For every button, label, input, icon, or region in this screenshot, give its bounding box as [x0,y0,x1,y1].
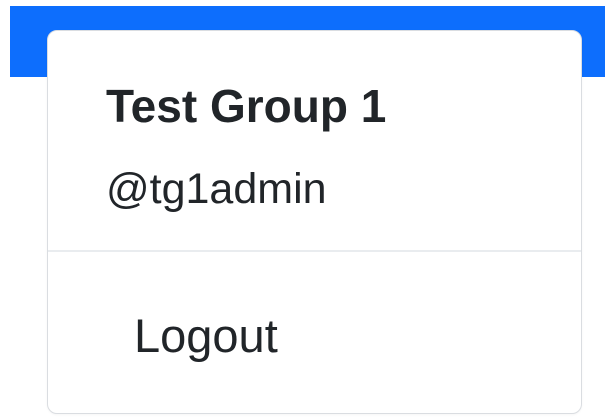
group-name: Test Group 1 [106,80,387,132]
logout-menu-item[interactable]: Logout [48,272,581,372]
screen: Test Group 1 @tg1admin Logout [0,0,605,417]
user-info-header: Test Group 1 @tg1admin [48,31,581,251]
logout-label: Logout [134,309,278,362]
username: @tg1admin [106,165,327,213]
user-dropdown-menu: Test Group 1 @tg1admin Logout [47,30,582,414]
menu-divider [48,250,581,252]
